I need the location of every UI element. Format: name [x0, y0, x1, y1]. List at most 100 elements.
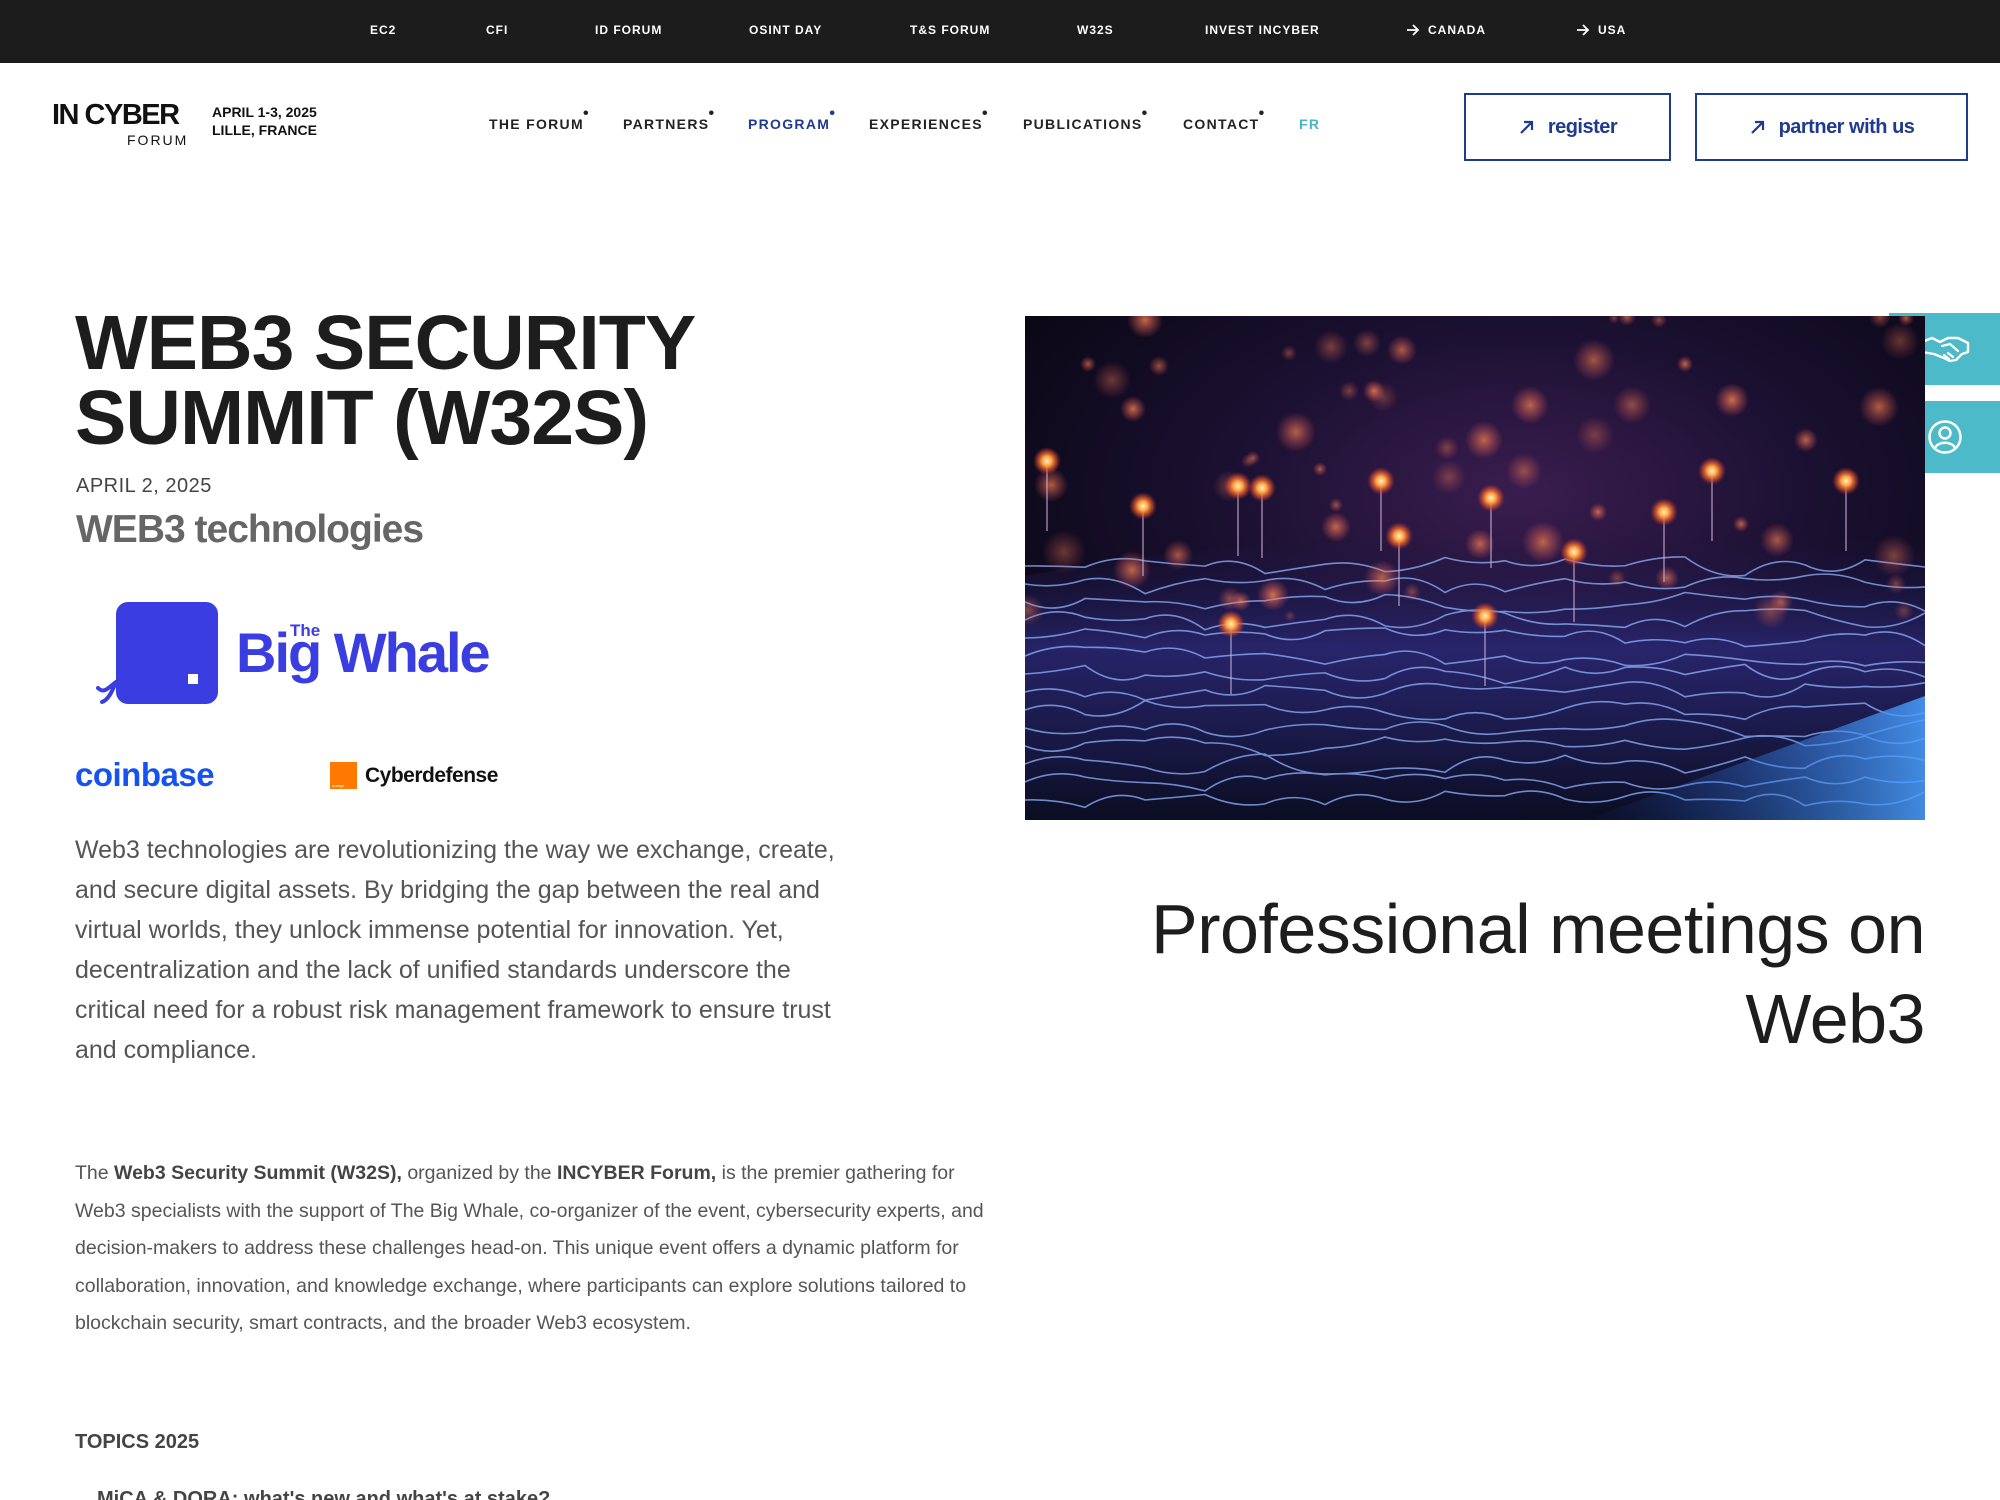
event-location: LILLE, FRANCE: [212, 122, 317, 138]
topics-heading: TOPICS 2025: [75, 1431, 200, 1453]
arrow-right-icon: [1407, 24, 1420, 36]
page-subtitle: WEB3 technologies: [76, 508, 424, 551]
incyber-logo[interactable]: IN CYBER FORUM: [52, 101, 192, 151]
glowing-orb: [1471, 602, 1499, 630]
nav-item-publications[interactable]: PUBLICATIONS •: [1023, 105, 1147, 132]
nav-item-contact[interactable]: CONTACT •: [1183, 105, 1264, 132]
bokeh-light: [1321, 512, 1351, 542]
bokeh-light: [1655, 566, 1679, 590]
big-whale-logo[interactable]: The Big Whale: [96, 602, 506, 706]
bokeh-light: [1435, 436, 1459, 460]
bokeh-light: [1573, 339, 1615, 381]
tagline: Professional meetings on Web3: [1060, 884, 1926, 1064]
bokeh-light: [1120, 396, 1146, 422]
partner-with-us-button[interactable]: partner with us: [1695, 93, 1968, 161]
arrow-up-right-icon: [1750, 120, 1764, 134]
tagline-line-2: Web3: [1745, 980, 1925, 1058]
bokeh-light: [1353, 329, 1381, 357]
bokeh-light: [1589, 503, 1607, 521]
nav-dot: •: [829, 105, 837, 122]
bokeh-light: [1403, 583, 1421, 601]
nav-item-partners[interactable]: PARTNERS •: [623, 105, 714, 132]
bokeh-light: [1113, 551, 1151, 589]
bokeh-light: [1432, 460, 1466, 494]
partner-label: partner with us: [1778, 115, 1915, 138]
bokeh-light: [1881, 322, 1919, 360]
bokeh-light: [1276, 412, 1316, 452]
register-button[interactable]: register: [1464, 93, 1671, 161]
bokeh-light: [1511, 386, 1549, 424]
bokeh-light: [1715, 383, 1749, 417]
topbar-link-ts-forum[interactable]: T&S FORUM: [910, 23, 990, 37]
glowing-orb: [1832, 467, 1860, 495]
topbar-link-ec2[interactable]: EC2: [370, 23, 396, 37]
bokeh-light: [1608, 569, 1626, 587]
bokeh-light: [1886, 574, 1906, 594]
glowing-orb: [1367, 467, 1395, 495]
nav-item-program[interactable]: PROGRAM •: [748, 105, 835, 132]
nav-dot: •: [1141, 105, 1149, 122]
orange-cyberdefense-logo[interactable]: orange Cyberdefense: [330, 762, 498, 789]
topic-list-item: MiCA & DORA: what's new and what's at st…: [97, 1488, 551, 1500]
bokeh-light: [1465, 421, 1503, 459]
topbar-link-w32s[interactable]: W32S: [1077, 23, 1114, 37]
nav-label: PROGRAM: [748, 116, 831, 132]
arrow-up-right-icon: [1520, 120, 1533, 134]
glowing-orb: [1477, 484, 1505, 512]
topbar-link-id-forum[interactable]: ID FORUM: [595, 23, 662, 37]
topbar-region-usa[interactable]: USA: [1576, 23, 1626, 37]
topbar-link-osint-day[interactable]: OSINT DAY: [749, 23, 822, 37]
nav-label: CONTACT: [1183, 116, 1260, 132]
bokeh-light: [1281, 345, 1297, 361]
tagline-line-1: Professional meetings on: [1151, 890, 1926, 968]
bigwhale-name-text: Big Whale: [236, 621, 490, 684]
body-paragraph: The Web3 Security Summit (W32S), organiz…: [75, 1155, 995, 1343]
bokeh-light: [1677, 356, 1693, 372]
nav-item-experiences[interactable]: EXPERIENCES •: [869, 105, 988, 132]
user-circle-icon: [1927, 420, 1962, 454]
glowing-orb: [1385, 522, 1413, 550]
glowing-orb: [1129, 492, 1157, 520]
glowing-orb: [1650, 498, 1678, 526]
hero-image: [1025, 316, 1925, 820]
logo-main-text: IN CYBER: [52, 99, 180, 131]
bokeh-light: [1241, 454, 1255, 468]
nav-label: THE FORUM: [489, 116, 584, 132]
glowing-orb: [1560, 538, 1588, 566]
bokeh-light: [1329, 498, 1343, 512]
region-label: CANADA: [1428, 23, 1486, 37]
glowing-orb: [1698, 457, 1726, 485]
topbar-region-canada[interactable]: CANADA: [1406, 23, 1486, 37]
bokeh-light: [1859, 387, 1899, 427]
bokeh-light: [1080, 356, 1096, 372]
bokeh-light: [1506, 453, 1542, 489]
topbar-link-invest-incyber[interactable]: INVEST INCYBER: [1205, 23, 1320, 37]
logo-sub-text: FORUM: [127, 132, 189, 148]
title-line-1: WEB3 SECURITY: [75, 300, 696, 386]
region-label: USA: [1598, 23, 1627, 37]
bokeh-light: [1093, 361, 1131, 399]
bokeh-light: [1284, 610, 1296, 622]
bokeh-light: [1522, 521, 1564, 563]
event-date: APRIL 2, 2025: [76, 475, 212, 497]
body-text-3: is the premier gathering for Web3 specia…: [75, 1162, 984, 1335]
bokeh-light: [1163, 540, 1193, 570]
bokeh-light: [1769, 590, 1793, 614]
coinbase-logo[interactable]: coinbase: [75, 756, 215, 794]
bokeh-light: [1339, 381, 1359, 401]
event-info: APRIL 1-3, 2025 LILLE, FRANCE: [212, 103, 317, 139]
bokeh-light: [1873, 535, 1915, 577]
handshake-icon: [1920, 336, 1969, 363]
bokeh-light: [1218, 587, 1242, 611]
bokeh-light: [1733, 516, 1749, 532]
site-header: IN CYBER FORUM APRIL 1-3, 2025 LILLE, FR…: [0, 63, 2000, 183]
topbar-link-cfi[interactable]: CFI: [486, 23, 508, 37]
nav-item-the-forum[interactable]: THE FORUM •: [489, 105, 589, 132]
body-text-2: organized by the: [401, 1162, 557, 1184]
language-switch-fr[interactable]: FR: [1299, 116, 1320, 132]
register-label: register: [1547, 115, 1618, 138]
bokeh-light: [1149, 356, 1169, 376]
bokeh-light: [1314, 330, 1348, 364]
glowing-orb: [1248, 474, 1276, 502]
nav-dot: •: [1258, 105, 1266, 122]
